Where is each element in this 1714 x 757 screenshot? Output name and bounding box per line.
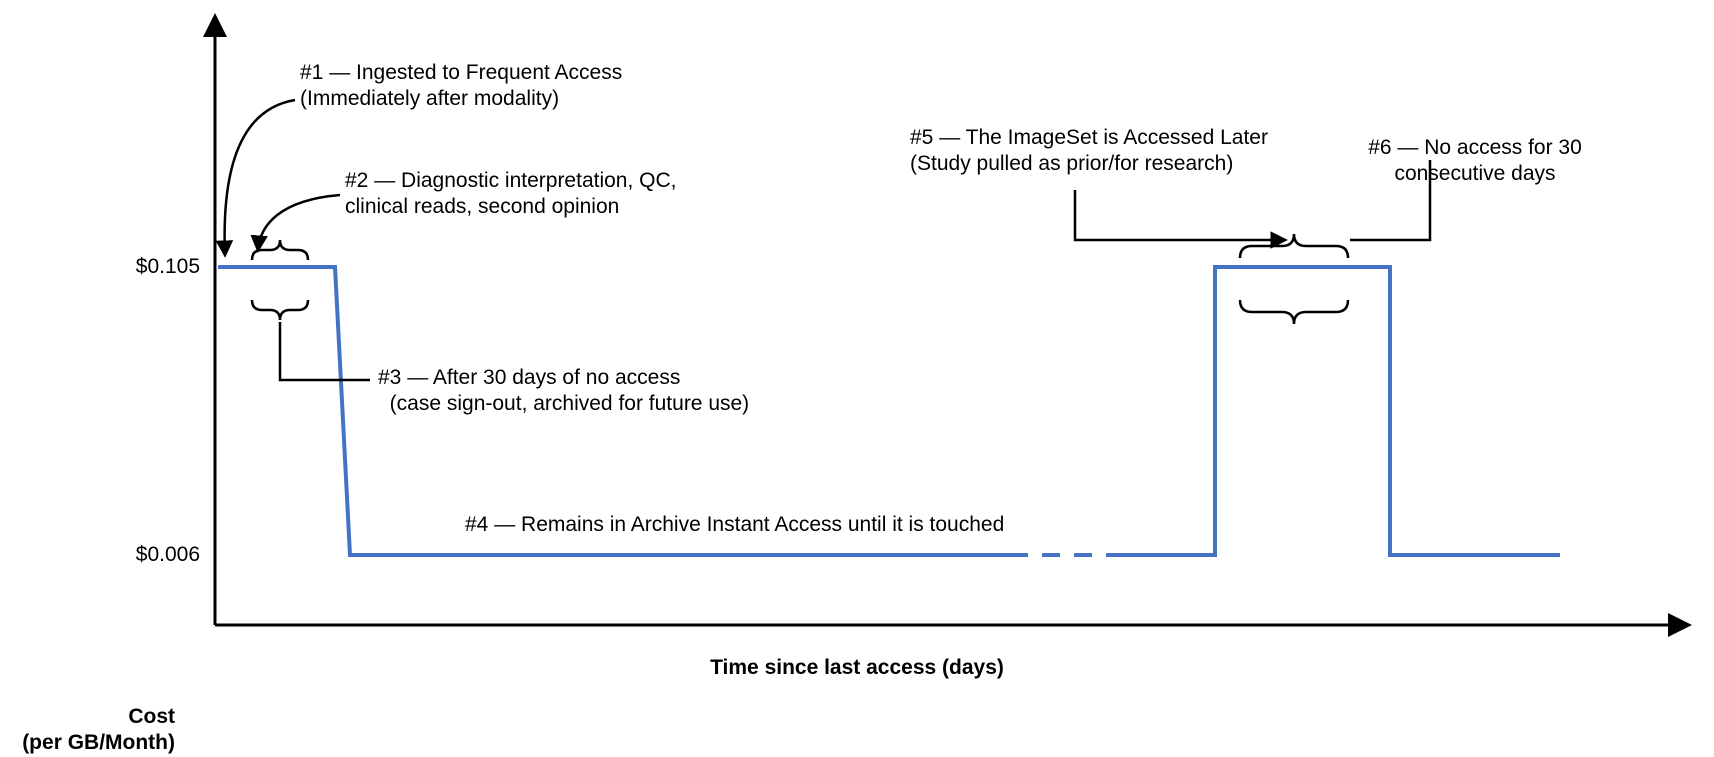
anno-3-title: #3 — After 30 days of no access — [378, 366, 680, 389]
anno-6-title: #6 — No access for 30 — [1368, 136, 1582, 159]
anno-2-title: #2 — Diagnostic interpretation, QC, — [345, 169, 677, 192]
segment-reaccess-high-drop — [1110, 267, 1560, 555]
anno-5: #5 — The ImageSet is Accessed Later (Stu… — [910, 125, 1268, 178]
anno-2-sub: clinical reads, second opinion — [345, 195, 619, 218]
anno-2: #2 — Diagnostic interpretation, QC, clin… — [345, 168, 677, 221]
anno-5-sub: (Study pulled as prior/for research) — [910, 152, 1233, 175]
anno-5-title: #5 — The ImageSet is Accessed Later — [910, 126, 1268, 149]
chart-svg — [0, 0, 1714, 704]
anno-3-sub: (case sign-out, archived for future use) — [390, 392, 750, 415]
anno-1-sub: (Immediately after modality) — [300, 87, 559, 110]
anno-4-title: #4 — Remains in Archive Instant Access u… — [465, 513, 1004, 536]
cost-vs-time-diagram: Cost (per GB/Month) $0.105 $0.006 Time s… — [0, 0, 1714, 704]
anno-6: #6 — No access for 30 consecutive days — [1345, 135, 1605, 188]
brace-anno-3 — [252, 300, 308, 320]
anno-6-sub: consecutive days — [1394, 162, 1555, 185]
connector-anno-5 — [1075, 190, 1285, 240]
y-tick-high: $0.105 — [120, 254, 200, 280]
x-axis-label: Time since last access (days) — [0, 655, 1714, 681]
anno-1: #1 — Ingested to Frequent Access (Immedi… — [300, 60, 622, 113]
y-axis-label-line1: Cost (per GB/Month) — [22, 705, 175, 754]
brace-anno-2 — [252, 240, 308, 260]
anno-3: #3 — After 30 days of no access (case si… — [378, 365, 749, 418]
y-tick-low: $0.006 — [120, 542, 200, 568]
anno-4: #4 — Remains in Archive Instant Access u… — [465, 512, 1004, 538]
arrow-anno-2 — [258, 195, 340, 250]
brace-anno-5 — [1240, 234, 1348, 258]
anno-1-title: #1 — Ingested to Frequent Access — [300, 61, 622, 84]
arrow-anno-1 — [225, 100, 295, 255]
brace-anno-6 — [1240, 300, 1348, 324]
connector-anno-3 — [280, 322, 370, 380]
y-axis-label: Cost (per GB/Month) — [0, 704, 175, 757]
